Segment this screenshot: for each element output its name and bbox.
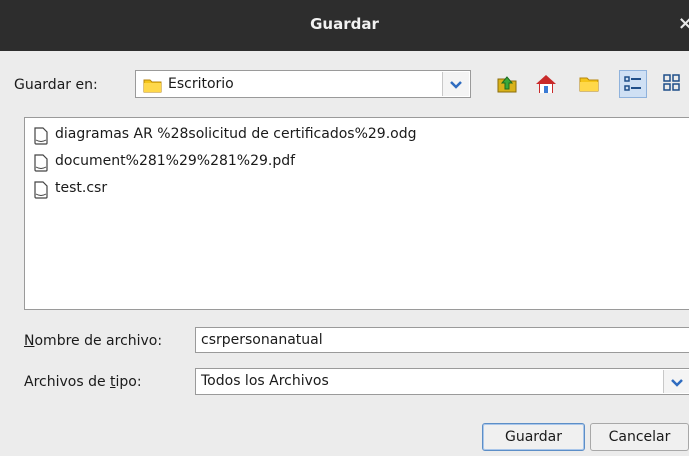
file-name: document%281%29%281%29.pdf bbox=[55, 153, 296, 169]
new-folder-button[interactable] bbox=[575, 70, 603, 98]
save-in-value: Escritorio bbox=[168, 76, 234, 92]
folder-icon bbox=[143, 77, 163, 97]
chevron-down-icon[interactable] bbox=[442, 72, 469, 96]
up-one-level-button[interactable] bbox=[493, 70, 521, 98]
chevron-down-icon[interactable] bbox=[663, 370, 689, 393]
title-bar: Guardar × bbox=[0, 0, 689, 51]
dialog-title: Guardar bbox=[310, 15, 379, 33]
home-icon bbox=[535, 73, 557, 99]
filename-label: Nombre de archivo: bbox=[24, 333, 162, 349]
filetype-label-pre: Archivos de bbox=[24, 374, 111, 390]
file-icon bbox=[33, 127, 49, 149]
file-icon bbox=[33, 154, 49, 176]
save-button[interactable]: Guardar bbox=[482, 423, 585, 451]
filename-value: csrpersonanatual bbox=[201, 332, 323, 348]
file-icon bbox=[33, 181, 49, 203]
filetype-label-post: ipo: bbox=[115, 374, 142, 390]
file-name: diagramas AR %28solicitud de certificado… bbox=[55, 126, 417, 142]
filename-label-text: ombre de archivo: bbox=[34, 333, 163, 349]
list-view-button[interactable] bbox=[619, 70, 647, 98]
filetype-label: Archivos de tipo: bbox=[24, 374, 142, 390]
details-view-button[interactable] bbox=[659, 70, 687, 98]
home-button[interactable] bbox=[532, 70, 560, 98]
list-view-icon bbox=[624, 75, 642, 97]
up-folder-icon bbox=[496, 74, 518, 98]
save-in-combo[interactable]: Escritorio bbox=[135, 70, 471, 98]
details-view-icon bbox=[663, 74, 681, 96]
file-name: test.csr bbox=[55, 180, 108, 196]
close-icon[interactable]: × bbox=[678, 13, 689, 34]
filetype-value: Todos los Archivos bbox=[201, 373, 329, 389]
cancel-button[interactable]: Cancelar bbox=[590, 423, 689, 451]
new-folder-icon bbox=[578, 75, 600, 97]
file-list[interactable]: diagramas AR %28solicitud de certificado… bbox=[24, 117, 689, 310]
save-in-label: Guardar en: bbox=[14, 77, 98, 93]
filename-label-mnemonic: N bbox=[24, 333, 35, 349]
filename-input[interactable]: csrpersonanatual bbox=[195, 327, 689, 353]
filetype-combo[interactable]: Todos los Archivos bbox=[195, 368, 689, 395]
